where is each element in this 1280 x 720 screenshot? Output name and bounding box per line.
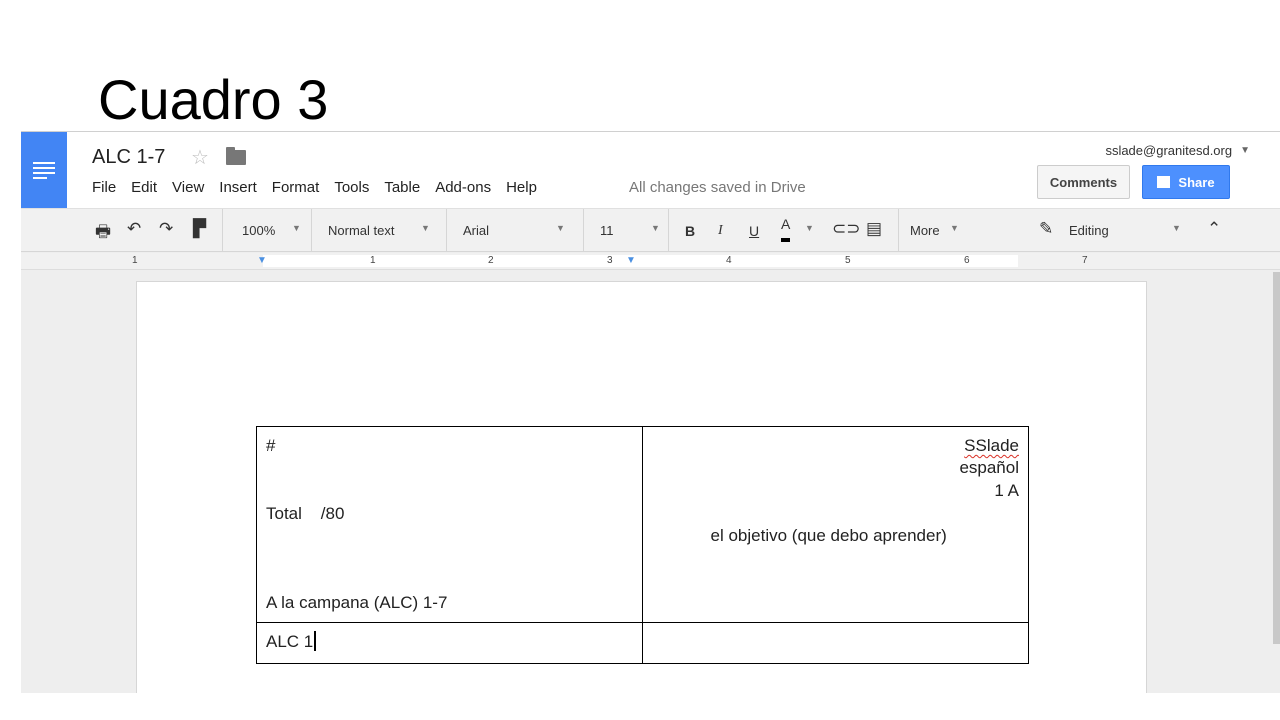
document-table[interactable]: # Total /80 A la campana (ALC) 1-7 SSlad… bbox=[256, 426, 1030, 664]
right-indent-marker-icon[interactable]: ▼ bbox=[626, 255, 636, 266]
collapse-icon[interactable]: ⌃ bbox=[1207, 219, 1221, 239]
bold-button[interactable]: B bbox=[685, 209, 695, 252]
toolbar-divider bbox=[898, 209, 899, 252]
objective-label: el objetivo (que debo aprender) bbox=[710, 526, 947, 545]
table-cell-entry-left[interactable]: ALC 1 bbox=[256, 622, 643, 664]
left-indent-marker-icon[interactable]: ▼ bbox=[257, 255, 267, 266]
menu-help[interactable]: Help bbox=[506, 179, 537, 196]
star-icon[interactable]: ☆ bbox=[191, 145, 209, 170]
account-email: sslade@granitesd.org bbox=[1105, 143, 1233, 158]
toolbar-divider bbox=[446, 209, 447, 252]
chevron-down-icon: ▼ bbox=[1172, 223, 1181, 233]
pencil-icon: ✎ bbox=[1039, 219, 1054, 238]
ruler-number: 1 bbox=[132, 255, 138, 266]
document-page[interactable]: # Total /80 A la campana (ALC) 1-7 SSlad… bbox=[136, 281, 1147, 693]
paint-format-icon[interactable]: ▛ bbox=[193, 219, 206, 239]
student-name: SSlade bbox=[964, 436, 1019, 455]
chevron-down-icon: ▼ bbox=[421, 223, 430, 233]
chevron-down-icon: ▼ bbox=[950, 223, 959, 233]
menu-bar: File Edit View Insert Format Tools Table… bbox=[92, 179, 552, 196]
toolbar-divider bbox=[583, 209, 584, 252]
ruler-number: 6 bbox=[964, 255, 970, 266]
number-label: # bbox=[266, 436, 276, 455]
print-icon[interactable]: 🖶 bbox=[95, 219, 111, 248]
toolbar-divider bbox=[222, 209, 223, 252]
share-label: Share bbox=[1178, 174, 1215, 190]
chevron-down-icon: ▼ bbox=[556, 223, 565, 233]
underline-button[interactable]: U bbox=[749, 209, 759, 252]
table-cell-header-left[interactable]: # Total /80 A la campana (ALC) 1-7 bbox=[256, 426, 643, 623]
top-bar: ALC 1-7 ☆ File Edit View Insert Format T… bbox=[21, 132, 1280, 208]
comments-button[interactable]: Comments bbox=[1037, 165, 1130, 199]
building-icon bbox=[1157, 176, 1171, 188]
vertical-scrollbar[interactable] bbox=[1273, 272, 1280, 644]
ruler-number: 4 bbox=[726, 255, 732, 266]
style-select[interactable]: Normal text bbox=[328, 209, 394, 252]
ruler-number: 7 bbox=[1082, 255, 1088, 266]
font-select[interactable]: Arial bbox=[463, 209, 489, 252]
link-icon[interactable]: ⊂⊃ bbox=[832, 219, 861, 239]
chevron-down-icon: ▼ bbox=[805, 223, 814, 233]
account-menu[interactable]: sslade@granitesd.org ▼ bbox=[1105, 143, 1250, 158]
menu-insert[interactable]: Insert bbox=[219, 179, 257, 196]
total-label: Total /80 bbox=[266, 504, 345, 523]
docs-logo-icon[interactable] bbox=[21, 132, 67, 208]
more-button[interactable]: More bbox=[910, 209, 940, 252]
table-cell-header-right[interactable]: SSlade español 1 A el objetivo (que debo… bbox=[641, 426, 1030, 623]
text-color-button[interactable]: A bbox=[781, 209, 791, 242]
share-button[interactable]: Share bbox=[1142, 165, 1230, 199]
font-size-select[interactable]: 11 bbox=[600, 209, 614, 252]
toolbar: 🖶 ↶ ↷ ▛ 100% ▼ Normal text ▼ Arial ▼ 11 … bbox=[21, 208, 1280, 252]
menu-file[interactable]: File bbox=[92, 179, 116, 196]
ruler-number: 5 bbox=[845, 255, 851, 266]
menu-format[interactable]: Format bbox=[272, 179, 320, 196]
redo-icon[interactable]: ↷ bbox=[159, 219, 173, 239]
chevron-down-icon: ▼ bbox=[651, 223, 660, 233]
undo-icon[interactable]: ↶ bbox=[127, 219, 141, 239]
zoom-select[interactable]: 100% bbox=[242, 209, 275, 252]
menu-tools[interactable]: Tools bbox=[334, 179, 369, 196]
save-status[interactable]: All changes saved in Drive bbox=[629, 179, 806, 196]
table-cell-entry-right[interactable] bbox=[641, 622, 1030, 664]
chevron-down-icon: ▼ bbox=[292, 223, 301, 233]
table-title: A la campana (ALC) 1-7 bbox=[266, 593, 448, 612]
toolbar-divider bbox=[311, 209, 312, 252]
class-label: 1 A bbox=[994, 481, 1019, 500]
menu-table[interactable]: Table bbox=[384, 179, 420, 196]
subject-label: español bbox=[959, 458, 1019, 477]
document-title[interactable]: ALC 1-7 bbox=[92, 146, 165, 169]
italic-button[interactable]: I bbox=[718, 209, 723, 252]
ruler[interactable]: 1 ▼ 1 2 3 ▼ 4 5 6 7 bbox=[21, 253, 1280, 270]
chevron-down-icon: ▼ bbox=[1240, 145, 1250, 156]
editing-mode-select[interactable]: Editing bbox=[1069, 209, 1109, 252]
entry-text: ALC 1 bbox=[266, 632, 314, 651]
ruler-number: 2 bbox=[488, 255, 494, 266]
text-cursor bbox=[314, 631, 317, 651]
folder-icon[interactable] bbox=[226, 147, 246, 165]
ruler-number: 3 bbox=[607, 255, 613, 266]
menu-addons[interactable]: Add-ons bbox=[435, 179, 491, 196]
docs-window: ALC 1-7 ☆ File Edit View Insert Format T… bbox=[21, 131, 1280, 693]
ruler-active-area bbox=[263, 255, 1018, 267]
comment-icon[interactable]: ▤ bbox=[866, 219, 882, 239]
menu-edit[interactable]: Edit bbox=[131, 179, 157, 196]
menu-view[interactable]: View bbox=[172, 179, 204, 196]
toolbar-divider bbox=[668, 209, 669, 252]
ruler-number: 1 bbox=[370, 255, 376, 266]
slide-title: Cuadro 3 bbox=[98, 68, 329, 131]
